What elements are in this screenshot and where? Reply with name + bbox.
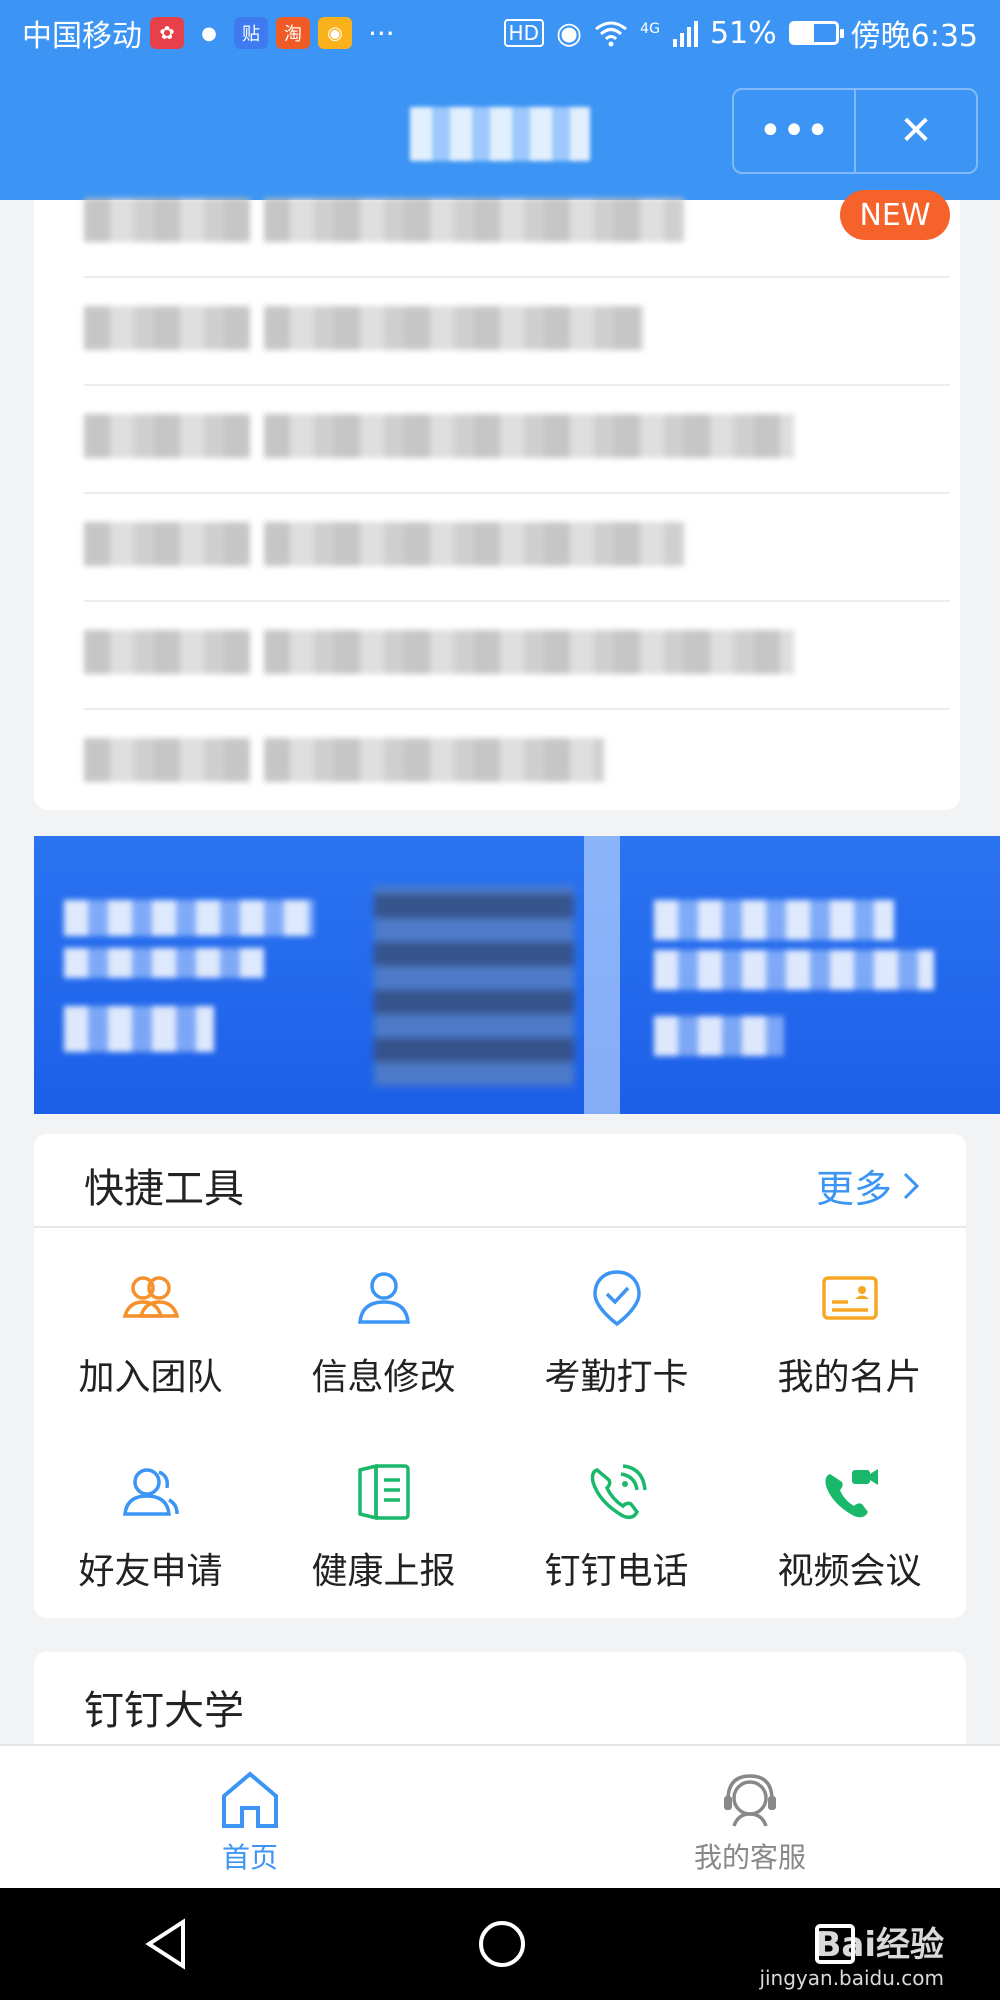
blurred-banner-text <box>654 900 894 940</box>
quick-tools-title: 快捷工具 <box>84 1166 244 1212</box>
notice-item[interactable] <box>84 602 950 710</box>
taobao-icon: 淘 <box>276 17 310 49</box>
blurred-text <box>264 738 604 782</box>
blurred-text <box>264 198 684 242</box>
notice-item[interactable] <box>84 710 950 818</box>
blurred-banner-button <box>64 1006 214 1052</box>
tool-health-report[interactable]: 健康上报 <box>267 1460 500 1610</box>
clock: 傍晚6:35 <box>850 19 978 54</box>
tieba-icon: 贴 <box>234 17 268 49</box>
mini-program-capsule: ••• ✕ <box>732 88 978 174</box>
hd-icon: HD <box>503 19 544 47</box>
huawei-icon: ✿ <box>150 17 184 49</box>
blurred-category <box>84 414 250 458</box>
tool-ding-call[interactable]: 钉钉电话 <box>500 1460 733 1610</box>
tool-label: 信息修改 <box>311 1357 456 1398</box>
battery-icon <box>788 21 844 45</box>
chevron-right-icon <box>903 1172 920 1199</box>
wechat-icon: ● <box>201 22 217 44</box>
tool-business-card[interactable]: 我的名片 <box>733 1266 966 1416</box>
back-icon[interactable] <box>143 1918 191 1970</box>
bottom-tab-bar: 首页 我的客服 <box>0 1744 1000 1888</box>
tab-label: 我的客服 <box>693 1841 806 1874</box>
blurred-banner-text <box>64 948 264 978</box>
user-edit-icon <box>357 1272 410 1324</box>
notice-item[interactable]: NEW <box>84 170 950 278</box>
tool-label: 加入团队 <box>78 1357 223 1398</box>
tab-label: 首页 <box>221 1841 278 1874</box>
notice-item[interactable] <box>84 494 950 602</box>
blurred-text <box>264 630 794 674</box>
checkin-icon <box>592 1270 641 1327</box>
blurred-banner-image <box>374 886 574 1086</box>
tool-label: 我的名片 <box>777 1357 922 1398</box>
blurred-category <box>84 522 250 566</box>
promo-banner[interactable] <box>34 836 1000 1114</box>
tool-friend-request[interactable]: 好友申请 <box>34 1460 267 1610</box>
notice-item[interactable] <box>84 386 950 494</box>
more-dots-icon[interactable]: ••• <box>734 90 854 172</box>
notice-item[interactable] <box>84 278 950 386</box>
tool-user-edit[interactable]: 信息修改 <box>267 1266 500 1416</box>
more-label: 更多 <box>815 1167 892 1211</box>
university-title: 钉钉大学 <box>84 1688 244 1734</box>
tool-label: 健康上报 <box>311 1551 456 1592</box>
customer-service-icon <box>724 1774 776 1827</box>
more-link[interactable]: 更多 <box>816 1158 920 1213</box>
blurred-text <box>264 306 644 350</box>
blurred-banner-text <box>654 950 934 990</box>
blurred-category <box>84 306 250 350</box>
video-meeting-icon <box>825 1469 878 1518</box>
blurred-banner-button <box>654 1016 784 1056</box>
blurred-category <box>84 630 250 674</box>
blurred-category <box>84 738 250 782</box>
tool-video-meeting[interactable]: 视频会议 <box>733 1460 966 1610</box>
university-card[interactable]: 钉钉大学 <box>34 1652 966 1752</box>
tool-label: 考勤打卡 <box>544 1357 689 1398</box>
network-label: 4G <box>640 21 660 37</box>
friend-request-icon <box>122 1468 179 1516</box>
tool-checkin[interactable]: 考勤打卡 <box>500 1266 733 1416</box>
home-icon <box>222 1771 278 1828</box>
blurred-banner-text <box>64 900 314 936</box>
system-nav-bar: Bai经验 jingyan.baidu.com <box>0 1888 1000 2000</box>
baidu-jingyan-watermark: Bai经验 jingyan.baidu.com <box>759 1925 944 1990</box>
signal-icon <box>672 21 698 47</box>
tool-join-team[interactable]: 加入团队 <box>34 1266 267 1416</box>
tool-label: 好友申请 <box>78 1551 223 1592</box>
banner-divider <box>584 836 620 1114</box>
tab-customer-service[interactable]: 我的客服 <box>500 1746 1000 1888</box>
business-card-icon <box>821 1276 878 1320</box>
home-circle-icon[interactable] <box>477 1919 527 1969</box>
new-badge: NEW <box>840 190 950 240</box>
notice-list: NEW <box>34 190 960 810</box>
blurred-category <box>84 198 250 242</box>
wifi-icon <box>595 21 628 47</box>
tool-label: 钉钉电话 <box>544 1551 689 1592</box>
status-bar: 中国移动 ✿ ● 贴 淘 ◉ ··· HD ◉ 4G 51% 傍晚6:35 <box>0 0 1000 66</box>
blurred-text <box>264 414 794 458</box>
blurred-text <box>264 522 684 566</box>
weibo-icon: ◉ <box>318 17 352 49</box>
ding-call-icon <box>590 1464 647 1520</box>
tab-home[interactable]: 首页 <box>0 1746 500 1888</box>
carrier-label: 中国移动 <box>22 19 142 54</box>
blurred-title <box>410 106 590 161</box>
close-icon[interactable]: ✕ <box>856 90 976 172</box>
eye-icon: ◉ <box>555 15 583 51</box>
quick-tools-header: 快捷工具 更多 <box>34 1134 966 1228</box>
tool-label: 视频会议 <box>777 1551 922 1592</box>
join-team-icon <box>122 1276 179 1318</box>
battery-percent: 51% <box>709 15 777 51</box>
quick-tools-card: 快捷工具 更多 加入团队 信息修改 考勤打卡 我的名片 好友申请 健康上报 钉钉… <box>34 1134 966 1618</box>
health-report-icon <box>357 1463 410 1521</box>
more-notifications-icon: ··· <box>368 16 395 50</box>
